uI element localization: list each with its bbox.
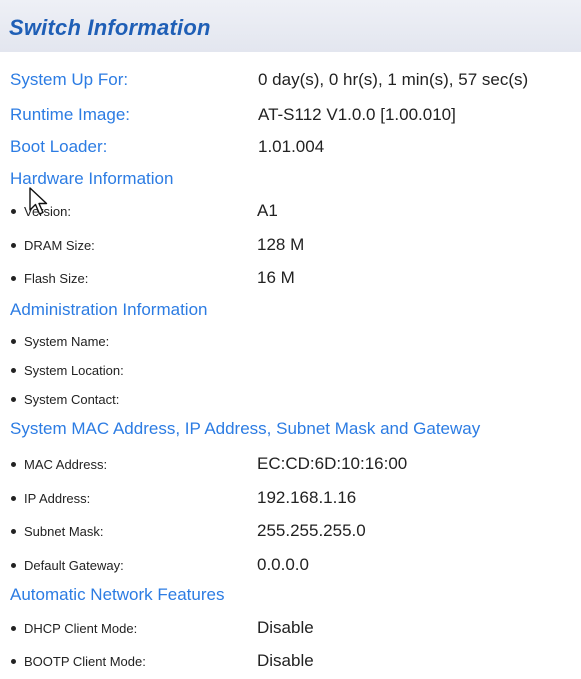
runtime-image-value: AT-S112 V1.0.0 [1.00.010] xyxy=(258,105,456,124)
version-value: A1 xyxy=(257,201,278,220)
section-title-network-addresses: System MAC Address, IP Address, Subnet M… xyxy=(10,419,481,438)
summary-row-uptime: System Up For: 0 day(s), 0 hr(s), 1 min(… xyxy=(0,70,581,96)
list-item-bootp-client-mode: BOOTP Client Mode: Disable xyxy=(0,651,581,679)
list-item-system-location: System Location: xyxy=(0,362,581,388)
mouse-pointer-icon xyxy=(28,187,52,217)
boot-loader-label: Boot Loader: xyxy=(10,137,108,156)
dhcp-client-mode-value: Disable xyxy=(257,618,314,637)
bullet-icon xyxy=(11,397,16,402)
boot-loader-value: 1.01.004 xyxy=(258,137,325,156)
bullet-icon xyxy=(11,339,16,344)
section-administration-information: Administration Information xyxy=(0,300,581,326)
section-title-hardware: Hardware Information xyxy=(10,169,174,188)
list-item-version: Version: A1 xyxy=(0,201,581,229)
flash-size-value: 16 M xyxy=(257,268,295,287)
bullet-icon xyxy=(11,209,16,214)
page-title: Switch Information xyxy=(9,15,211,40)
default-gateway-value: 0.0.0.0 xyxy=(257,555,309,574)
mac-address-value: EC:CD:6D:10:16:00 xyxy=(257,454,408,473)
ip-address-value: 192.168.1.16 xyxy=(257,488,357,507)
system-location-label: System Location: xyxy=(24,363,124,378)
page-header: Switch Information xyxy=(0,0,581,52)
list-item-default-gateway: Default Gateway: 0.0.0.0 xyxy=(0,555,581,583)
mac-address-label: MAC Address: xyxy=(24,457,108,472)
bullet-icon xyxy=(11,659,16,664)
bootp-client-mode-label: BOOTP Client Mode: xyxy=(24,654,146,669)
list-item-dram-size: DRAM Size: 128 M xyxy=(0,235,581,263)
uptime-value: 0 day(s), 0 hr(s), 1 min(s), 57 sec(s) xyxy=(258,70,529,89)
summary-row-runtime-image: Runtime Image: AT-S112 V1.0.0 [1.00.010] xyxy=(0,105,581,131)
runtime-image-label: Runtime Image: xyxy=(10,105,130,124)
default-gateway-label: Default Gateway: xyxy=(24,558,124,573)
bullet-icon xyxy=(11,626,16,631)
section-automatic-network-features: Automatic Network Features xyxy=(0,585,581,611)
uptime-label: System Up For: xyxy=(10,70,129,89)
system-name-label: System Name: xyxy=(24,334,110,349)
section-title-administration: Administration Information xyxy=(10,300,208,319)
dhcp-client-mode-label: DHCP Client Mode: xyxy=(24,621,138,636)
bullet-icon xyxy=(11,368,16,373)
section-title-automatic-network: Automatic Network Features xyxy=(10,585,225,604)
ip-address-label: IP Address: xyxy=(24,491,91,506)
bullet-icon xyxy=(11,529,16,534)
dram-size-value: 128 M xyxy=(257,235,305,254)
bootp-client-mode-value: Disable xyxy=(257,651,314,670)
list-item-system-name: System Name: xyxy=(0,333,581,359)
bullet-icon xyxy=(11,563,16,568)
list-item-ip-address: IP Address: 192.168.1.16 xyxy=(0,488,581,516)
section-network-addresses: System MAC Address, IP Address, Subnet M… xyxy=(0,419,581,445)
list-item-flash-size: Flash Size: 16 M xyxy=(0,268,581,296)
subnet-mask-label: Subnet Mask: xyxy=(24,524,104,539)
flash-size-label: Flash Size: xyxy=(24,271,89,286)
bullet-icon xyxy=(11,243,16,248)
summary-row-boot-loader: Boot Loader: 1.01.004 xyxy=(0,137,581,163)
section-hardware-information: Hardware Information xyxy=(0,169,581,195)
list-item-subnet-mask: Subnet Mask: 255.255.255.0 xyxy=(0,521,581,549)
bullet-icon xyxy=(11,462,16,467)
bullet-icon xyxy=(11,496,16,501)
subnet-mask-value: 255.255.255.0 xyxy=(257,521,366,540)
bullet-icon xyxy=(11,276,16,281)
system-contact-label: System Contact: xyxy=(24,392,120,407)
dram-size-label: DRAM Size: xyxy=(24,238,95,253)
list-item-mac-address: MAC Address: EC:CD:6D:10:16:00 xyxy=(0,454,581,482)
list-item-dhcp-client-mode: DHCP Client Mode: Disable xyxy=(0,618,581,646)
list-item-system-contact: System Contact: xyxy=(0,391,581,417)
